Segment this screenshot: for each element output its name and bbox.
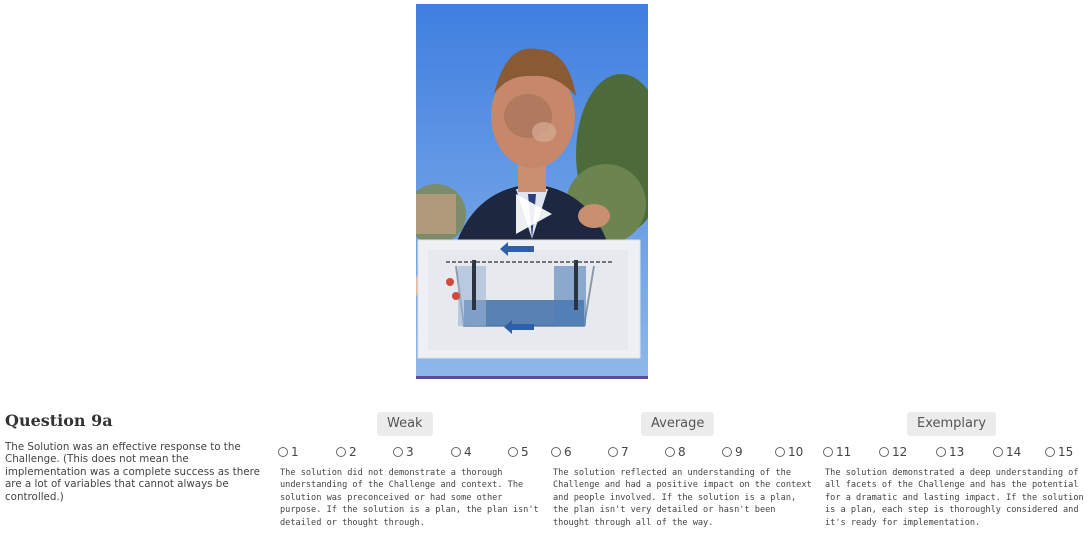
rating-option-label: 15 bbox=[1058, 445, 1074, 459]
radio-icon[interactable] bbox=[336, 447, 346, 457]
rating-options: 11 12 13 14 15 bbox=[823, 443, 1087, 461]
rating-option-label: 11 bbox=[836, 445, 852, 459]
rating-option-label: 9 bbox=[735, 445, 743, 459]
question-description: The Solution was an effective response t… bbox=[5, 441, 260, 503]
rating-option-label: 13 bbox=[949, 445, 965, 459]
rating-option-10[interactable]: 10 bbox=[775, 443, 803, 461]
radio-icon[interactable] bbox=[775, 447, 785, 457]
rating-option-label: 6 bbox=[564, 445, 572, 459]
rating-group-description: The solution demonstrated a deep underst… bbox=[825, 468, 1084, 528]
rating-option-12[interactable]: 12 bbox=[879, 443, 907, 461]
radio-icon[interactable] bbox=[722, 447, 732, 457]
radio-icon[interactable] bbox=[608, 447, 618, 457]
radio-icon[interactable] bbox=[993, 447, 1003, 457]
rating-option-label: 1 bbox=[291, 445, 299, 459]
rating-option-15[interactable]: 15 bbox=[1045, 443, 1073, 461]
rating-option-label: 4 bbox=[464, 445, 472, 459]
rating-options: 6 7 8 9 10 bbox=[551, 443, 815, 461]
video-player[interactable] bbox=[416, 4, 648, 379]
rating-option-8[interactable]: 8 bbox=[665, 443, 686, 461]
rating-group-average: Average 6 7 8 9 10 The solution reflecte… bbox=[545, 410, 815, 545]
radio-icon[interactable] bbox=[823, 447, 833, 457]
rating-option-2[interactable]: 2 bbox=[336, 443, 357, 461]
rating-option-label: 3 bbox=[406, 445, 414, 459]
rating-option-3[interactable]: 3 bbox=[393, 443, 414, 461]
rating-group-label: Average bbox=[641, 412, 715, 436]
rating-group-description: The solution did not demonstrate a thoro… bbox=[280, 468, 539, 528]
rating-group-label: Weak bbox=[377, 412, 433, 436]
play-icon bbox=[516, 194, 552, 234]
rating-group-description: The solution reflected an understanding … bbox=[553, 468, 812, 528]
rating-option-label: 7 bbox=[621, 445, 629, 459]
rating-option-13[interactable]: 13 bbox=[936, 443, 964, 461]
radio-icon[interactable] bbox=[551, 447, 561, 457]
rating-option-1[interactable]: 1 bbox=[278, 443, 299, 461]
rating-options: 1 2 3 4 5 bbox=[278, 443, 542, 461]
rating-option-14[interactable]: 14 bbox=[993, 443, 1021, 461]
rating-option-9[interactable]: 9 bbox=[722, 443, 743, 461]
radio-icon[interactable] bbox=[1045, 447, 1055, 457]
radio-icon[interactable] bbox=[393, 447, 403, 457]
rating-option-11[interactable]: 11 bbox=[823, 443, 851, 461]
radio-icon[interactable] bbox=[451, 447, 461, 457]
question-title: Question 9a bbox=[5, 411, 113, 430]
rating-option-label: 14 bbox=[1006, 445, 1022, 459]
rating-option-4[interactable]: 4 bbox=[451, 443, 472, 461]
rating-option-label: 8 bbox=[678, 445, 686, 459]
rating-group-weak: Weak 1 2 3 4 5 The solution did not demo… bbox=[272, 410, 542, 545]
radio-icon[interactable] bbox=[278, 447, 288, 457]
rating-option-label: 2 bbox=[349, 445, 357, 459]
radio-icon[interactable] bbox=[508, 447, 518, 457]
radio-icon[interactable] bbox=[879, 447, 889, 457]
rating-group-exemplary: Exemplary 11 12 13 14 15 The solution de… bbox=[817, 410, 1087, 545]
rating-option-6[interactable]: 6 bbox=[551, 443, 572, 461]
play-button[interactable] bbox=[510, 192, 554, 236]
video-progress-bar bbox=[416, 376, 648, 379]
radio-icon[interactable] bbox=[936, 447, 946, 457]
rating-group-label: Exemplary bbox=[907, 412, 997, 436]
rating-option-5[interactable]: 5 bbox=[508, 443, 529, 461]
rating-option-label: 12 bbox=[892, 445, 908, 459]
radio-icon[interactable] bbox=[665, 447, 675, 457]
rating-option-7[interactable]: 7 bbox=[608, 443, 629, 461]
rating-option-label: 10 bbox=[788, 445, 804, 459]
rating-option-label: 5 bbox=[521, 445, 529, 459]
